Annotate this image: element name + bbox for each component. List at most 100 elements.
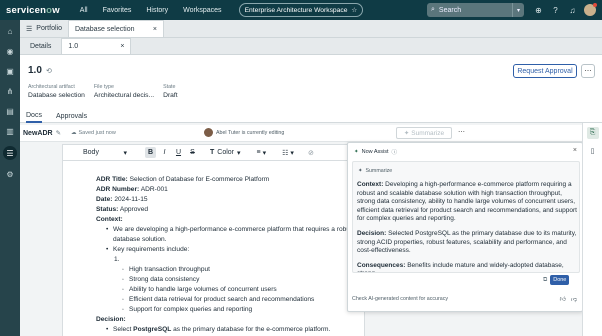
right-rail: ⎘ ▯: [582, 123, 602, 336]
summary-consequences: Consequences: Benefits include mature an…: [357, 261, 577, 272]
summary-actions: ⧉ Done: [543, 275, 570, 285]
adr-date: Date: 2024-11-15: [96, 195, 364, 205]
text-bold: PostgreSQL: [133, 326, 172, 333]
settings-icon[interactable]: ⚙: [5, 169, 16, 180]
italic-button[interactable]: I: [159, 149, 170, 156]
search-label: Search: [438, 6, 462, 14]
search-input[interactable]: ⌕ Search ▾: [427, 3, 524, 17]
tab-approvals[interactable]: Approvals: [56, 110, 87, 123]
tab-version[interactable]: 1.0 ×: [61, 38, 132, 54]
workspace-pill[interactable]: Enterprise Architecture Workspace ☆: [239, 3, 363, 17]
close-icon[interactable]: ×: [120, 43, 124, 50]
align-dropdown[interactable]: ≡ ▾: [257, 149, 267, 157]
list-dropdown[interactable]: ☷ ▾: [282, 149, 294, 157]
summarize-button[interactable]: ✦ Summarize: [396, 127, 452, 139]
list-item: Ability to handle large volumes of concu…: [122, 285, 364, 295]
workspace-icon[interactable]: ▣: [5, 66, 16, 77]
left-rail: ⌂ ◉ ▣ ⋔ ▤ ▥ ☰ ⚙: [0, 20, 20, 336]
chevron-down-icon: ▾: [123, 149, 127, 157]
document-body[interactable]: ADR Title: Selection of Database for E-c…: [62, 161, 365, 336]
field-key: Architectural artifact: [28, 84, 75, 90]
label: Context:: [357, 181, 384, 188]
sparkle-icon: ✦: [358, 168, 363, 174]
sparkle-icon: ✦: [403, 130, 410, 137]
style-dropdown[interactable]: Body ▾: [63, 149, 133, 157]
tab-portfolio[interactable]: ☰ Portfolio: [20, 20, 68, 37]
cloud-icon: ☁: [71, 130, 77, 136]
value: 2024-11-15: [112, 196, 148, 203]
servicenow-logo[interactable]: servicenow: [6, 5, 60, 16]
tab-label: 1.0: [68, 43, 79, 50]
tab-label: Database selection: [74, 25, 135, 33]
tab-docs[interactable]: Docs: [26, 110, 42, 123]
nav-favorites[interactable]: Favorites: [103, 7, 132, 14]
search-icon: ⌕: [431, 6, 435, 13]
top-icons: ⊕ ? ♫: [533, 3, 597, 16]
value: Selected PostgreSQL as the primary datab…: [357, 229, 577, 255]
info-icon[interactable]: ⓘ: [392, 148, 398, 156]
tab-database-selection[interactable]: Database selection ×: [67, 20, 164, 37]
text-color-icon: T: [210, 149, 215, 156]
flow-icon[interactable]: ⋔: [5, 86, 16, 97]
collaborator-text: Abel Tuter is currently editing: [216, 129, 285, 136]
edit-name-icon[interactable]: ✎: [56, 129, 61, 137]
adr-decision: Decision:: [96, 315, 364, 325]
done-button[interactable]: Done: [550, 275, 570, 285]
color-dropdown[interactable]: T Color ▾: [210, 149, 241, 157]
document-menu-button[interactable]: ⋯: [458, 128, 465, 136]
globe-icon[interactable]: ⊕: [533, 5, 544, 16]
chevron-down-icon: ▾: [262, 149, 267, 157]
nav-all[interactable]: All: [80, 7, 88, 14]
link-icon[interactable]: ⊘: [308, 149, 314, 157]
color-label: Color: [217, 149, 235, 156]
label: ADR Number:: [96, 186, 140, 193]
adr-status: Status: Approved: [96, 205, 364, 215]
summary-header: ✦ Summarize: [358, 168, 392, 174]
chevron-down-icon: ▾: [237, 149, 241, 157]
label: Status:: [96, 206, 119, 213]
user-avatar[interactable]: [584, 3, 597, 16]
nav-history[interactable]: History: [146, 7, 168, 14]
search-scope-dropdown[interactable]: ▾: [512, 3, 524, 17]
help-icon[interactable]: ?: [550, 5, 561, 16]
nav-workspaces[interactable]: Workspaces: [183, 7, 221, 14]
value: ADR-001: [139, 186, 168, 193]
label: Decision:: [357, 229, 387, 237]
underline-button[interactable]: U: [173, 149, 184, 156]
save-status-text: Saved just now: [78, 130, 116, 136]
strikethrough-button[interactable]: S: [187, 149, 198, 156]
label: Consequences:: [357, 261, 406, 269]
field-value: Architectural decis...: [93, 92, 155, 99]
record-fields: Architectural artifact Database selectio…: [28, 84, 187, 99]
document-icon[interactable]: ▯: [587, 145, 599, 157]
text: as the primary database for the e-commer…: [171, 326, 331, 333]
content-tabs: Docs Approvals: [20, 110, 602, 123]
home-icon[interactable]: ⌂: [5, 26, 16, 37]
record-header: 1.0 ⟲ Architectural artifact Database se…: [20, 55, 602, 110]
chart-icon[interactable]: ▥: [5, 126, 16, 137]
grid-icon[interactable]: ▤: [5, 106, 16, 117]
numbered-item: 1.: [114, 256, 120, 263]
thumbs-down-icon[interactable]: 👎︎: [571, 295, 577, 303]
tab-details[interactable]: Details: [20, 38, 61, 54]
bell-icon[interactable]: ♫: [567, 5, 578, 16]
chevron-down-icon: ▾: [290, 149, 294, 157]
field-artifact: Architectural artifact Database selectio…: [28, 84, 85, 99]
more-actions-button[interactable]: ⋯: [581, 64, 595, 78]
value: Approved: [118, 206, 149, 213]
close-icon[interactable]: ×: [153, 26, 157, 33]
lists-icon[interactable]: ◉: [5, 46, 16, 57]
star-icon[interactable]: ☆: [351, 6, 357, 14]
document-name: NewADR: [23, 129, 53, 137]
top-navbar: servicenow All Favorites History Workspa…: [0, 0, 602, 20]
history-icon[interactable]: ⟲: [46, 67, 52, 75]
request-approval-button[interactable]: Request Approval: [513, 64, 577, 78]
bold-button[interactable]: B: [145, 147, 156, 158]
format-toolbar: Body ▾ B I U S T Color ▾ ≡ ▾ ☷ ▾ ⊘: [62, 144, 365, 161]
copy-icon[interactable]: ⧉: [543, 277, 547, 284]
documents-icon[interactable]: ☰: [3, 146, 17, 160]
close-icon[interactable]: ×: [573, 147, 577, 154]
record-tabs: Details 1.0 ×: [20, 38, 602, 55]
attachment-icon[interactable]: ⎘: [586, 127, 599, 139]
thumbs-up-icon[interactable]: 👍︎: [560, 295, 566, 303]
